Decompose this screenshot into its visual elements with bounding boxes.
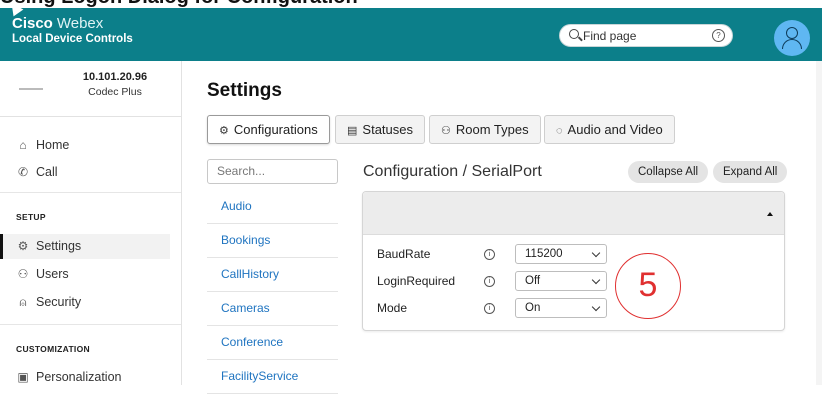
divider <box>0 192 181 193</box>
document-heading: Using Logon Dialog for Configuration <box>0 0 822 8</box>
category-callhistory[interactable]: CallHistory <box>207 259 338 292</box>
sidebar-item-home[interactable]: ⌂ Home <box>16 138 69 152</box>
app-header: Cisco Webex Local Device Controls Find pa… <box>0 8 822 61</box>
device-model: Codec Plus <box>88 86 142 98</box>
image-icon: ▣ <box>17 370 29 384</box>
tab-statuses[interactable]: ▤ Statuses <box>335 115 425 144</box>
panel-header[interactable] <box>363 192 784 235</box>
info-icon[interactable]: i <box>484 249 495 260</box>
sidebar-item-security[interactable]: ⍝ Security <box>16 295 81 310</box>
setting-label-mode: Mode <box>377 301 408 315</box>
setting-label-loginrequired: LoginRequired <box>377 274 456 288</box>
sidebar-item-call[interactable]: ✆ Call <box>16 165 58 179</box>
user-icon: ⚇ <box>17 267 29 281</box>
sidebar-item-personalization[interactable]: ▣ Personalization <box>16 370 121 384</box>
gear-icon: ⚙ <box>219 125 229 137</box>
expand-all-button[interactable]: Expand All <box>713 161 788 183</box>
people-icon: ⚇ <box>441 125 451 137</box>
breadcrumb: Configuration / SerialPort <box>363 163 542 180</box>
baudrate-select[interactable]: 115200 <box>515 244 607 264</box>
category-bookings[interactable]: Bookings <box>207 225 338 258</box>
search-input[interactable]: Search... <box>207 159 338 184</box>
user-avatar-button[interactable] <box>774 20 810 56</box>
help-icon[interactable]: ? <box>712 29 725 42</box>
divider <box>0 324 181 325</box>
sidebar-item-settings[interactable]: ⚙ Settings <box>16 239 82 253</box>
find-page-input[interactable]: Find page ? <box>559 24 733 47</box>
category-facilityservice[interactable]: FacilityService <box>207 361 338 394</box>
section-title-setup: SETUP <box>16 212 46 222</box>
media-icon: ◌ <box>556 125 563 137</box>
document-icon: ▤ <box>347 125 358 137</box>
search-icon <box>569 29 579 39</box>
tab-configurations[interactable]: ⚙ Configurations <box>207 115 330 144</box>
device-thumbnail <box>19 88 43 90</box>
avatar-icon <box>786 27 798 39</box>
step-callout: 5 <box>615 253 681 319</box>
gear-icon: ⚙ <box>17 239 29 253</box>
find-page-placeholder: Find page <box>583 29 637 43</box>
collapse-caret-icon[interactable] <box>767 212 773 216</box>
setting-label-baudrate: BaudRate <box>377 247 431 261</box>
home-icon: ⌂ <box>19 138 27 152</box>
info-icon[interactable]: i <box>484 276 495 287</box>
category-conference[interactable]: Conference <box>207 327 338 360</box>
lock-icon: ⍝ <box>19 295 27 309</box>
loginrequired-select[interactable]: Off <box>515 271 607 291</box>
brand-name: Cisco <box>12 15 53 32</box>
tab-room-types[interactable]: ⚇ Room Types <box>429 115 541 144</box>
page-scrollbar[interactable] <box>816 61 822 385</box>
serialport-panel: BaudRate i 115200 LoginRequired i Off Mo… <box>362 191 785 331</box>
collapse-all-button[interactable]: Collapse All <box>628 161 709 183</box>
brand: Cisco Webex Local Device Controls <box>12 16 133 46</box>
category-audio[interactable]: Audio <box>207 191 338 224</box>
phone-icon: ✆ <box>17 165 29 179</box>
category-cameras[interactable]: Cameras <box>207 293 338 326</box>
info-icon[interactable]: i <box>484 303 495 314</box>
app-subtitle: Local Device Controls <box>12 33 133 45</box>
mode-select[interactable]: On <box>515 298 607 318</box>
tab-audio-and-video[interactable]: ◌ Audio and Video <box>544 115 675 144</box>
brand-product: Webex <box>56 15 104 32</box>
page-title: Settings <box>207 80 282 101</box>
device-ip: 10.101.20.96 <box>82 71 148 83</box>
sidebar: 10.101.20.96 Codec Plus ⌂ Home ✆ Call SETU… <box>0 61 182 385</box>
chevron-down-icon <box>591 275 601 285</box>
device-info: 10.101.20.96 Codec Plus <box>0 61 181 117</box>
chevron-down-icon <box>591 248 601 258</box>
section-title-customization: CUSTOMIZATION <box>16 344 90 354</box>
sidebar-item-users[interactable]: ⚇ Users <box>16 267 69 281</box>
chevron-down-icon <box>591 302 601 312</box>
